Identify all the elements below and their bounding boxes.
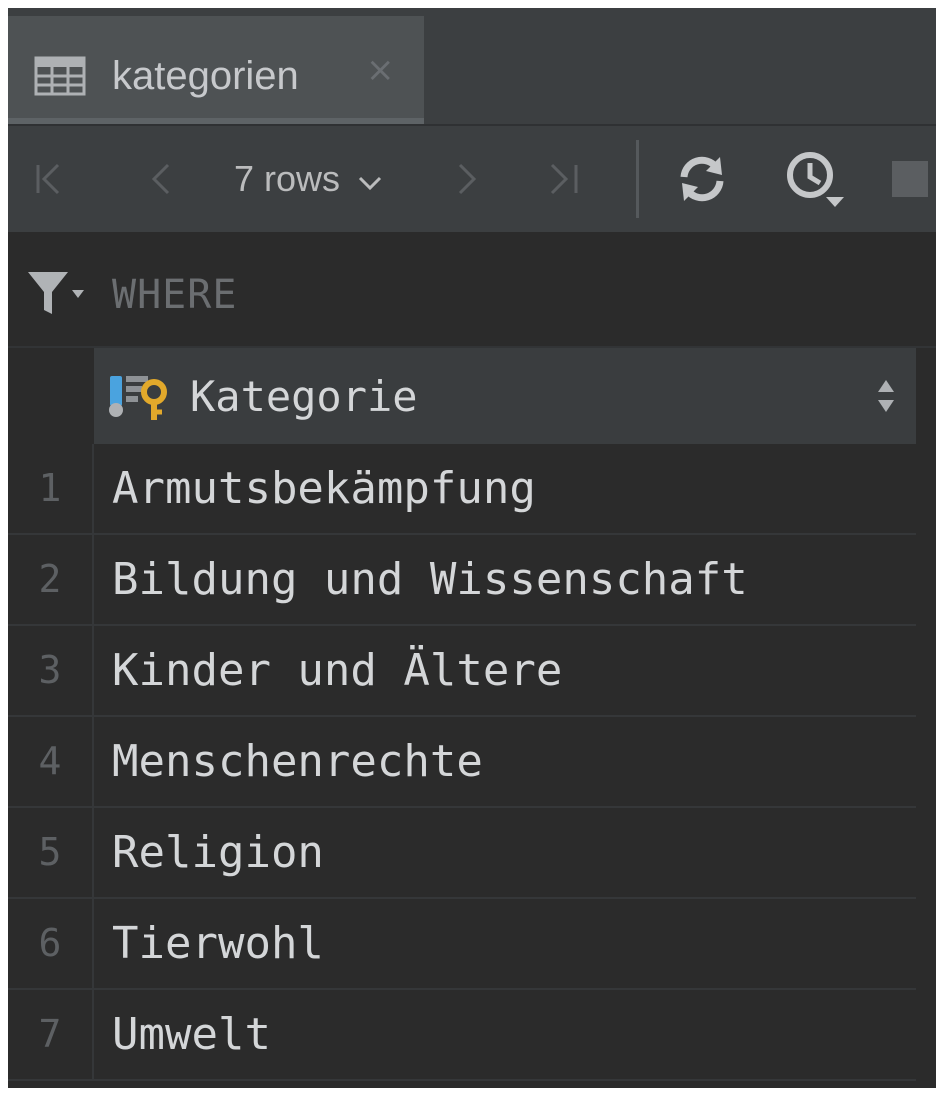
cell-kategorie[interactable]: Kinder und Ältere — [112, 626, 562, 715]
cell-kategorie[interactable]: Armutsbekämpfung — [112, 444, 536, 533]
toolbar-separator — [636, 140, 639, 218]
table-row[interactable]: 4 Menschenrechte — [8, 717, 916, 808]
history-button[interactable] — [784, 126, 848, 232]
primary-key-column-icon — [108, 372, 172, 426]
last-page-button[interactable] — [548, 126, 582, 232]
row-number: 6 — [8, 899, 94, 988]
grid-header: Kategorie — [8, 348, 936, 444]
table-row[interactable]: 1 Armutsbekämpfung — [8, 444, 916, 535]
table-icon — [34, 56, 86, 96]
sort-icon[interactable] — [876, 378, 896, 418]
cell-kategorie[interactable]: Tierwohl — [112, 899, 324, 988]
table-row[interactable]: 5 Religion — [8, 808, 916, 899]
filter-icon[interactable] — [26, 270, 90, 322]
next-page-icon — [456, 159, 480, 199]
table-row[interactable]: 6 Tierwohl — [8, 899, 916, 990]
table-row[interactable]: 3 Kinder und Ältere — [8, 626, 916, 717]
row-number: 5 — [8, 808, 94, 897]
cell-kategorie[interactable]: Menschenrechte — [112, 717, 483, 806]
cell-kategorie[interactable]: Religion — [112, 808, 324, 897]
table-row[interactable]: 7 Umwelt — [8, 990, 916, 1081]
row-number-gutter-header — [8, 348, 94, 444]
column-header-kategorie[interactable]: Kategorie — [94, 348, 916, 444]
stop-icon — [890, 159, 930, 199]
row-number: 7 — [8, 990, 94, 1079]
where-filter-bar[interactable]: WHERE — [8, 232, 936, 348]
tab-bar: kategorien × — [8, 8, 936, 126]
tab-title: kategorien — [112, 54, 299, 98]
rows-count-label: 7 rows — [234, 158, 341, 199]
cell-kategorie[interactable]: Umwelt — [112, 990, 271, 1079]
next-page-button[interactable] — [456, 126, 480, 232]
grid-right-edge — [916, 348, 936, 1088]
row-number: 3 — [8, 626, 94, 715]
pagination-toolbar: 7 rows — [8, 126, 936, 232]
prev-page-icon — [148, 159, 172, 199]
prev-page-button[interactable] — [148, 126, 172, 232]
rows-count-dropdown[interactable]: 7 rows — [234, 158, 384, 202]
column-header-label: Kategorie — [190, 372, 418, 421]
where-placeholder[interactable]: WHERE — [112, 272, 237, 318]
refresh-button[interactable] — [676, 126, 728, 232]
first-page-icon — [34, 159, 64, 199]
row-number: 2 — [8, 535, 94, 624]
row-number: 1 — [8, 444, 94, 533]
row-number: 4 — [8, 717, 94, 806]
refresh-icon — [676, 153, 728, 205]
close-icon[interactable]: × — [366, 50, 395, 90]
cell-kategorie[interactable]: Bildung und Wissenschaft — [112, 535, 748, 624]
last-page-icon — [548, 159, 582, 199]
table-row[interactable]: 2 Bildung und Wissenschaft — [8, 535, 916, 626]
chevron-down-icon — [356, 160, 384, 202]
first-page-button[interactable] — [34, 126, 64, 232]
stop-button[interactable] — [890, 126, 930, 232]
data-editor-window: kategorien × 7 rows WHERE Kategorie 1 Ar… — [8, 8, 936, 1088]
tab-kategorien[interactable]: kategorien × — [8, 16, 424, 124]
history-icon — [784, 149, 848, 209]
